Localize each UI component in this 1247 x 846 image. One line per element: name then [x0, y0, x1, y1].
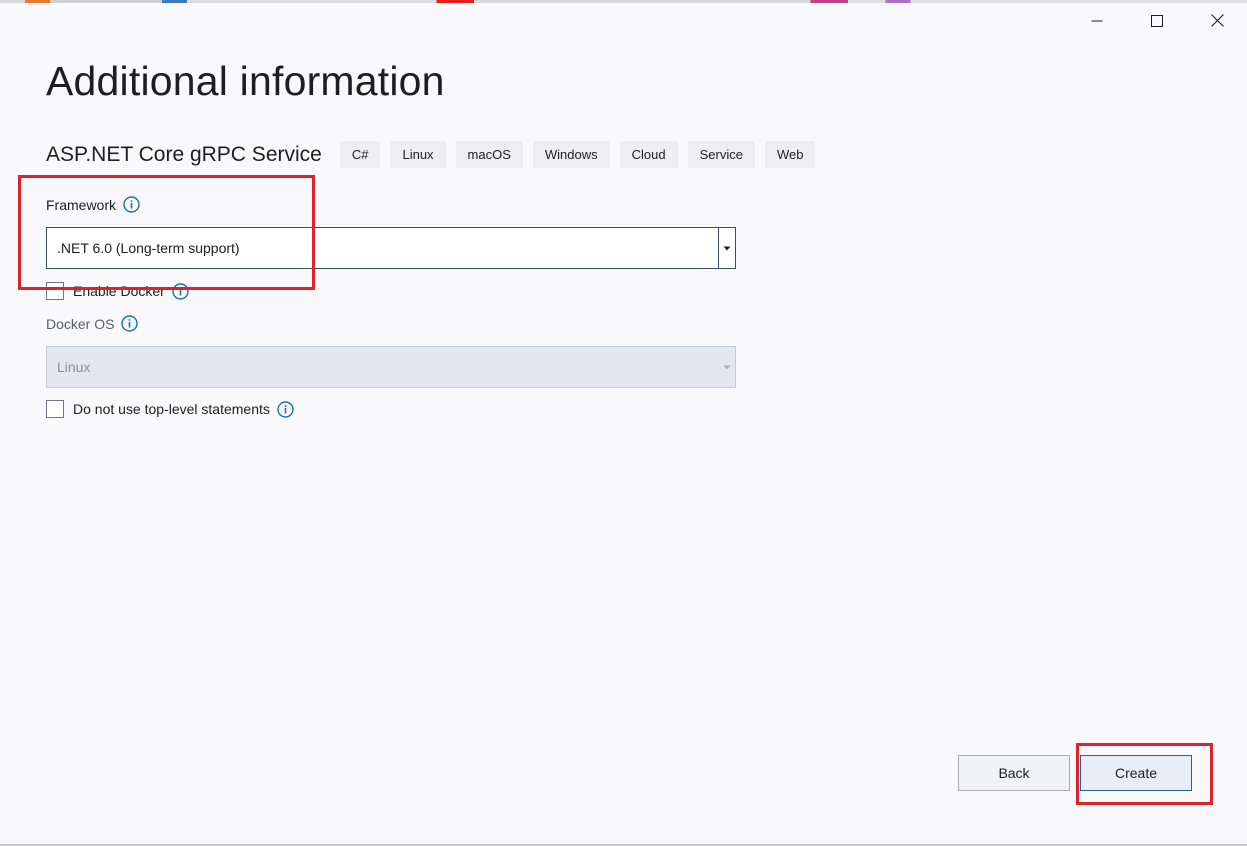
close-icon: [1210, 14, 1224, 32]
framework-selected-value: .NET 6.0 (Long-term support): [57, 240, 240, 256]
maximize-button[interactable]: [1127, 8, 1187, 38]
create-button[interactable]: Create: [1080, 755, 1192, 791]
window-controls: [1067, 8, 1247, 38]
docker-os-selected-value: Linux: [57, 359, 91, 375]
tag-windows: Windows: [532, 141, 610, 168]
tag-linux: Linux: [390, 141, 446, 168]
minimize-button[interactable]: [1067, 8, 1127, 38]
tag-cloud: Cloud: [619, 141, 678, 168]
info-icon[interactable]: [172, 282, 189, 300]
info-icon[interactable]: [277, 400, 294, 418]
tag-macos: macOS: [455, 141, 523, 168]
docker-os-label-row: Docker OS: [46, 315, 139, 332]
info-icon[interactable]: [121, 315, 139, 332]
back-button[interactable]: Back: [958, 755, 1070, 791]
tag-csharp: C#: [339, 141, 381, 168]
top-level-statements-checkbox[interactable]: [46, 400, 64, 418]
maximize-icon: [1151, 14, 1163, 32]
info-icon[interactable]: [123, 196, 140, 213]
dialog-window: Additional information ASP.NET Core gRPC…: [0, 0, 1247, 846]
background-taskbar-strip: [0, 0, 1247, 3]
top-level-statements-row: Do not use top-level statements: [46, 400, 294, 418]
enable-docker-checkbox[interactable]: [46, 282, 64, 300]
docker-os-dropdown: Linux: [46, 346, 736, 388]
framework-dropdown[interactable]: .NET 6.0 (Long-term support): [46, 227, 736, 269]
framework-label-row: Framework: [46, 196, 140, 213]
chevron-down-icon[interactable]: [718, 228, 735, 268]
chevron-down-icon: [719, 347, 735, 387]
template-summary: ASP.NET Core gRPC Service C# Linux macOS…: [46, 141, 825, 168]
page-title: Additional information: [46, 58, 445, 104]
enable-docker-row: Enable Docker: [46, 282, 189, 300]
tag-web: Web: [764, 141, 816, 168]
template-name: ASP.NET Core gRPC Service: [46, 142, 322, 166]
tag-service: Service: [687, 141, 755, 168]
docker-os-label: Docker OS: [46, 315, 115, 332]
framework-label: Framework: [46, 196, 117, 213]
close-button[interactable]: [1187, 8, 1247, 38]
minimize-icon: [1091, 14, 1103, 32]
top-level-statements-label[interactable]: Do not use top-level statements: [73, 401, 270, 417]
enable-docker-label[interactable]: Enable Docker: [73, 283, 165, 299]
